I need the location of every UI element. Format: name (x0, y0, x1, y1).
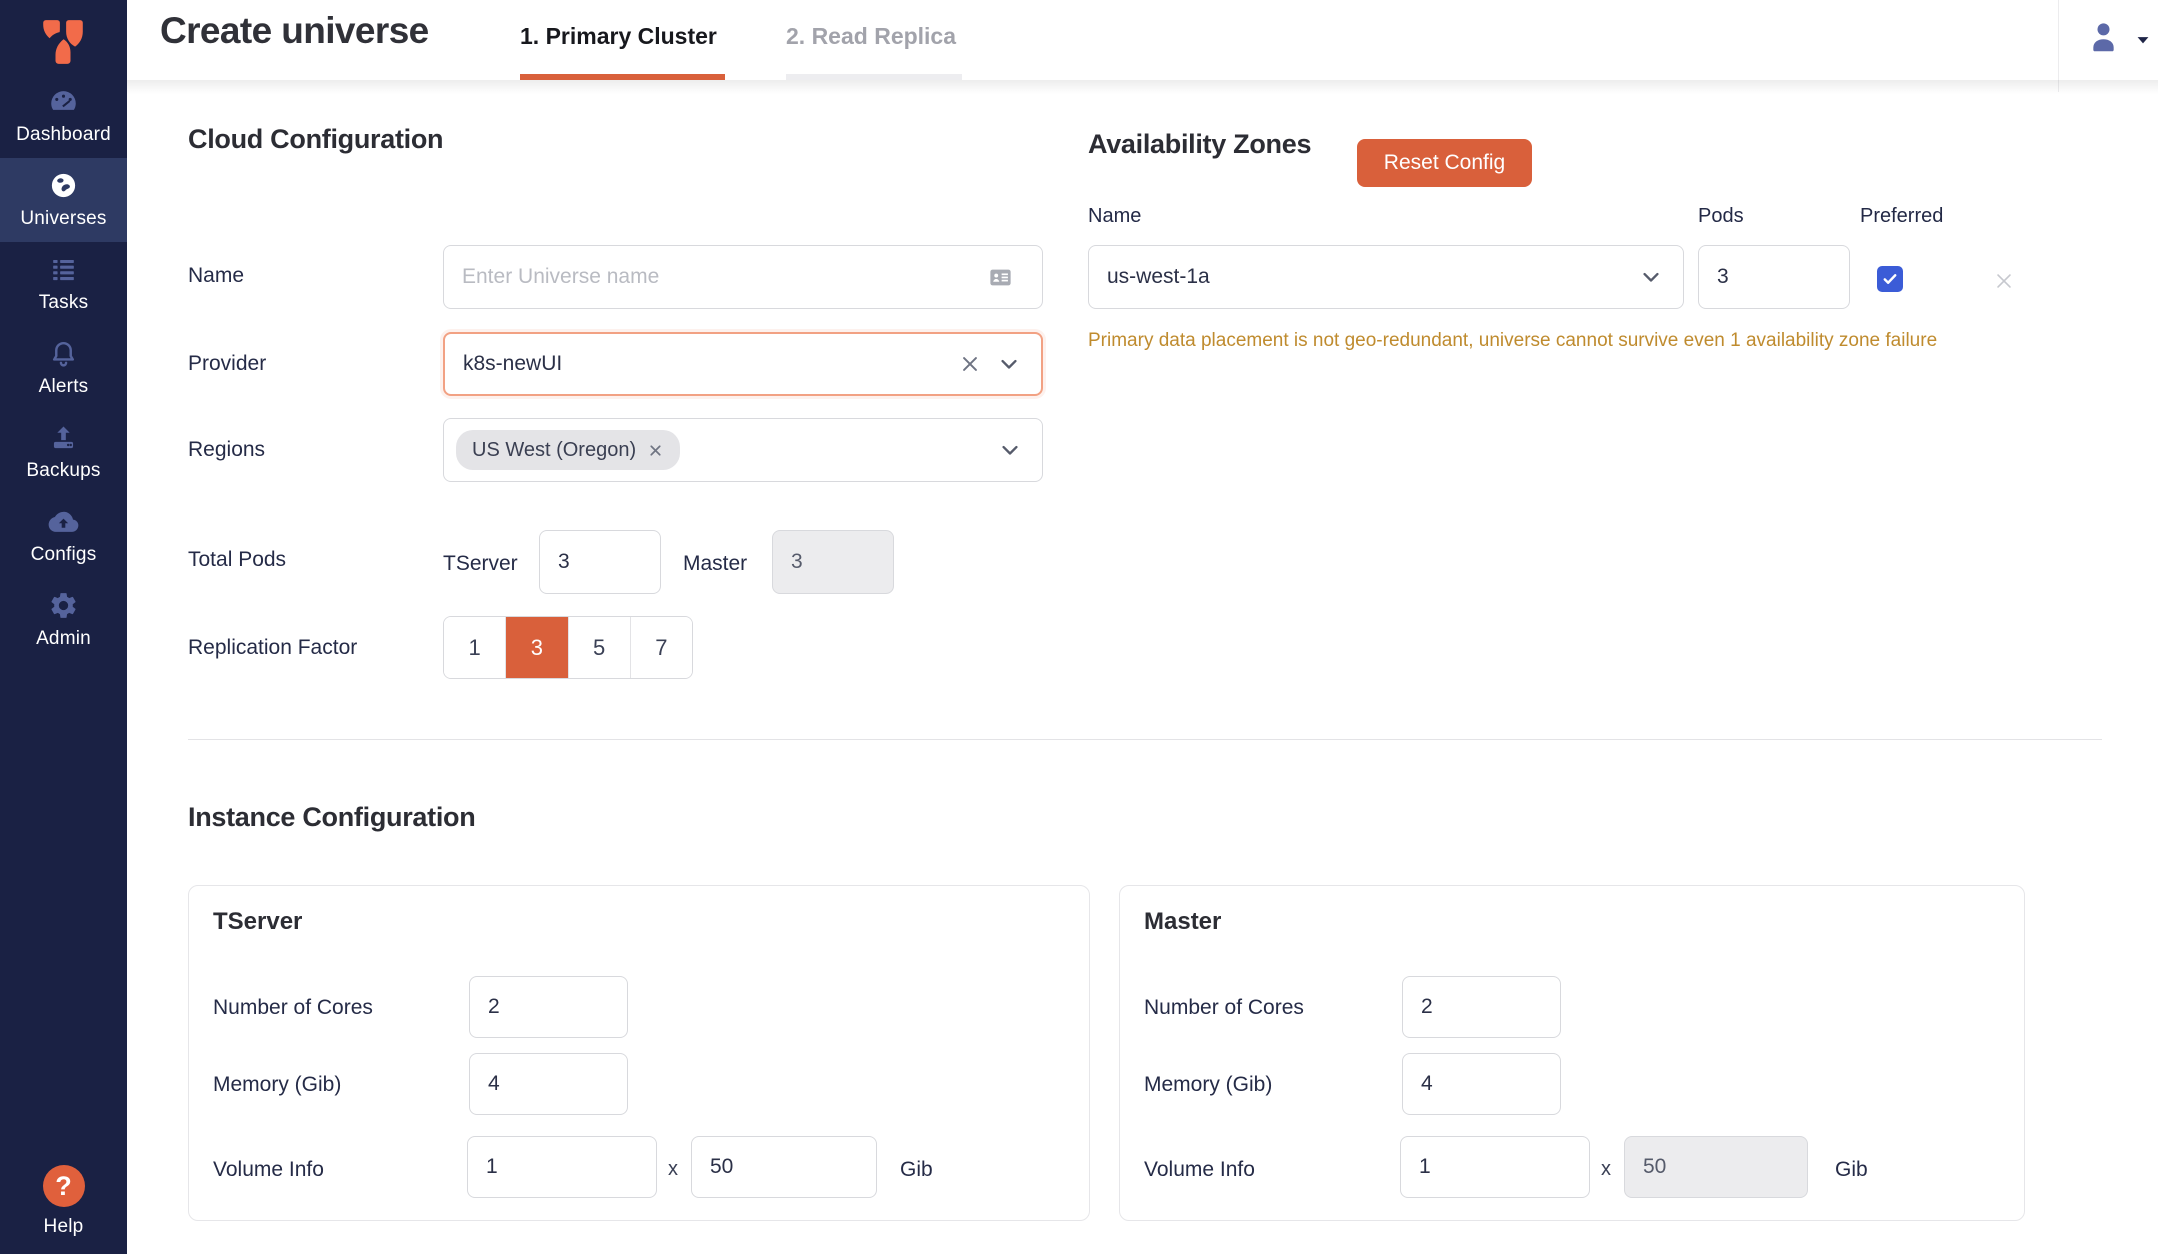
provider-select[interactable]: k8s-newUI (443, 332, 1043, 396)
question-circle-icon: ? (43, 1165, 85, 1207)
regions-label: Regions (188, 438, 265, 462)
chevron-down-icon (995, 350, 1023, 378)
tab-primary-cluster[interactable]: 1. Primary Cluster (520, 23, 717, 50)
header: Create universe 1. Primary Cluster 2. Re… (127, 0, 2158, 80)
preferred-checkbox[interactable] (1877, 266, 1903, 292)
az-column-preferred: Preferred (1860, 205, 1943, 228)
replication-option-5[interactable]: 5 (569, 617, 631, 678)
remove-az-icon[interactable] (1993, 270, 2015, 292)
master-volume-count-input[interactable] (1400, 1136, 1590, 1198)
sidebar-item-dashboard[interactable]: Dashboard (0, 74, 127, 158)
tserver-pods-input[interactable] (539, 530, 661, 594)
az-name-value: us-west-1a (1107, 265, 1637, 289)
list-icon (48, 254, 79, 285)
sidebar-item-tasks[interactable]: Tasks (0, 242, 127, 326)
sidebar-item-admin[interactable]: Admin (0, 578, 127, 662)
az-name-select[interactable]: us-west-1a (1088, 245, 1684, 309)
remove-region-icon[interactable] (647, 442, 664, 459)
main-content: Cloud Configuration Name Provider k8s-ne… (127, 80, 2158, 1254)
volume-multiplier-label: x (1601, 1158, 1611, 1181)
tserver-memory-input[interactable] (469, 1053, 628, 1115)
replication-option-3[interactable]: 3 (506, 617, 568, 678)
chevron-down-icon (1637, 263, 1665, 291)
tserver-volume-size-input[interactable] (691, 1136, 877, 1198)
regions-select[interactable]: US West (Oregon) (443, 418, 1043, 482)
sidebar-item-configs[interactable]: Configs (0, 494, 127, 578)
sidebar-nav: Dashboard Universes Tasks Alerts Backups (0, 74, 127, 662)
region-chip: US West (Oregon) (456, 430, 680, 470)
replication-factor-label: Replication Factor (188, 636, 357, 660)
master-memory-label: Memory (Gib) (1144, 1073, 1272, 1097)
clear-provider-icon[interactable] (957, 351, 983, 377)
master-card-heading: Master (1144, 908, 1221, 936)
master-pods-label: Master (683, 552, 747, 576)
sidebar-item-label: Universes (20, 208, 106, 230)
section-divider (188, 739, 2102, 740)
sidebar-item-label: Alerts (39, 376, 89, 398)
master-memory-input[interactable] (1402, 1053, 1561, 1115)
tserver-volume-label: Volume Info (213, 1158, 324, 1182)
sidebar-item-backups[interactable]: Backups (0, 410, 127, 494)
sidebar-item-label: Configs (31, 544, 97, 566)
provider-label: Provider (188, 352, 266, 376)
sidebar-item-universes[interactable]: Universes (0, 158, 127, 242)
master-volume-size-input (1624, 1136, 1808, 1198)
cloud-configuration-heading: Cloud Configuration (188, 124, 443, 155)
region-chip-label: US West (Oregon) (472, 439, 636, 462)
user-icon[interactable] (2085, 18, 2122, 55)
total-pods-label: Total Pods (188, 548, 286, 572)
replication-factor-selector: 1 3 5 7 (443, 616, 693, 679)
master-pods-input (772, 530, 894, 594)
az-column-pods: Pods (1698, 205, 1744, 228)
tserver-card: TServer Number of Cores Memory (Gib) Vol… (188, 885, 1090, 1221)
reset-config-button[interactable]: Reset Config (1357, 139, 1532, 187)
sidebar-item-label: Dashboard (16, 124, 111, 146)
backup-upload-icon (48, 422, 79, 453)
replication-option-1[interactable]: 1 (444, 617, 506, 678)
sidebar: Dashboard Universes Tasks Alerts Backups (0, 0, 127, 1254)
yugabyte-logo[interactable] (38, 16, 88, 68)
provider-value: k8s-newUI (463, 352, 957, 376)
sidebar-item-label: Tasks (39, 292, 89, 314)
volume-multiplier-label: x (668, 1158, 678, 1181)
inactive-tab-underline (786, 74, 962, 80)
master-cores-label: Number of Cores (1144, 996, 1304, 1020)
globe-icon (48, 170, 79, 201)
master-card: Master Number of Cores Memory (Gib) Volu… (1119, 885, 2025, 1221)
master-volume-label: Volume Info (1144, 1158, 1255, 1182)
volume-unit-label: Gib (900, 1158, 933, 1182)
volume-unit-label: Gib (1835, 1158, 1868, 1182)
sidebar-item-label: Backups (26, 460, 100, 482)
header-divider (2058, 0, 2059, 92)
page-title: Create universe (160, 10, 429, 52)
sidebar-item-label: Help (44, 1216, 84, 1238)
tab-read-replica[interactable]: 2. Read Replica (786, 23, 956, 50)
az-column-name: Name (1088, 205, 1141, 228)
bell-icon (48, 338, 79, 369)
sidebar-item-help[interactable]: ? Help (0, 1165, 127, 1238)
replication-option-7[interactable]: 7 (631, 617, 692, 678)
tserver-card-heading: TServer (213, 908, 302, 936)
gauge-icon (48, 86, 79, 117)
tserver-cores-label: Number of Cores (213, 996, 373, 1020)
instance-configuration-heading: Instance Configuration (188, 802, 475, 833)
universe-name-input[interactable] (443, 245, 1043, 309)
geo-redundancy-warning: Primary data placement is not geo-redund… (1088, 330, 1937, 352)
caret-down-icon[interactable] (2133, 30, 2153, 50)
id-card-icon (987, 264, 1014, 291)
chevron-down-icon (996, 436, 1024, 464)
active-tab-underline (520, 74, 725, 80)
tserver-cores-input[interactable] (469, 976, 628, 1038)
master-cores-input[interactable] (1402, 976, 1561, 1038)
sidebar-item-label: Admin (36, 628, 91, 650)
cloud-upload-icon (48, 506, 79, 537)
availability-zones-heading: Availability Zones (1088, 129, 1311, 160)
tserver-volume-count-input[interactable] (467, 1136, 657, 1198)
gear-icon (48, 590, 79, 621)
name-label: Name (188, 264, 244, 288)
az-pods-input[interactable] (1698, 245, 1850, 309)
sidebar-item-alerts[interactable]: Alerts (0, 326, 127, 410)
tserver-memory-label: Memory (Gib) (213, 1073, 341, 1097)
tserver-pods-label: TServer (443, 552, 518, 576)
